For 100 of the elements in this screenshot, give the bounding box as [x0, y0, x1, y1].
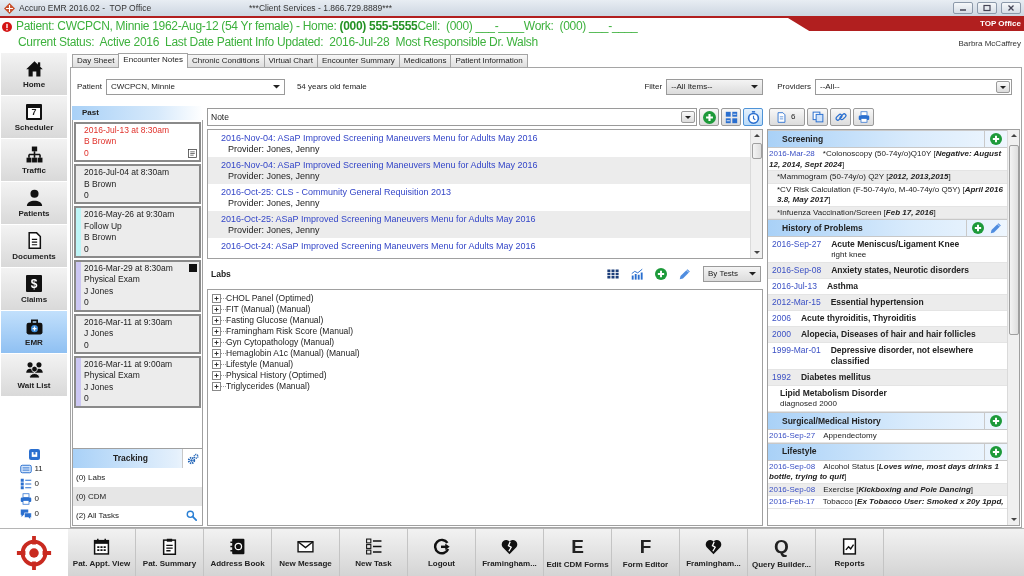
pencil-icon[interactable] [990, 222, 1002, 234]
nav-button[interactable]: EMR [1, 311, 67, 353]
print-button[interactable] [853, 108, 874, 126]
expand-icon[interactable] [212, 360, 226, 369]
nav-button[interactable]: Home [1, 53, 67, 95]
encounter-card[interactable]: 2016-Mar-11 at 9:00am Physical Exam J Jones 0 [74, 355, 201, 408]
view-select[interactable]: By Tests [703, 266, 761, 282]
tab[interactable]: Chronic Conditions [186, 54, 265, 67]
link-button[interactable] [830, 108, 851, 126]
search-icon[interactable] [186, 510, 197, 521]
dropdown-button[interactable] [681, 111, 695, 123]
toolbar-button[interactable]: Pat. Summary [136, 529, 204, 576]
encounter-card[interactable]: 2016-Jul-04 at 8:30am B Brown 0 [74, 164, 201, 205]
add-icon[interactable] [990, 415, 1002, 427]
providers-select[interactable]: --All-- [815, 79, 1012, 95]
toolbar-button[interactable]: Q Query Builder... [748, 529, 816, 576]
lab-test-label[interactable]: Framingham Risk Score (Manual) [226, 326, 354, 337]
expand-icon[interactable] [212, 327, 226, 336]
close-button[interactable] [1001, 2, 1021, 14]
note-link[interactable]: 2016-Oct-25: ASaP Improved Screening Maneuvers Menu for Adults May 2016 [221, 214, 536, 225]
note-link[interactable]: 2016-Oct-24: ASaP Improved Screening Maneuvers Menu for Adults May 2016 [221, 241, 536, 252]
note-type-field[interactable]: Note [207, 108, 697, 126]
nav-button[interactable]: Traffic [1, 139, 67, 181]
note-entry[interactable]: 2016-Oct-25: ASaP Improved Screening Maneuvers Menu for Adults May 2016 Provider: Jones, Jenny [208, 211, 750, 238]
encounter-card[interactable]: 2016-May-26 at 9:30am Follow Up B Brown 0 [74, 206, 201, 259]
tab[interactable]: Day Sheet [72, 54, 120, 67]
tab[interactable]: Medications [398, 54, 452, 67]
toolbar-button[interactable]: Logout [408, 529, 476, 576]
layout-button[interactable] [721, 108, 741, 126]
lab-test-label[interactable]: Gyn Cytopathology (Manual) [226, 337, 335, 348]
note-link[interactable]: 2016-Nov-04: ASaP Improved Screening Maneuvers Menu for Adults May 2016 [221, 160, 538, 171]
maximize-button[interactable] [977, 2, 997, 14]
chat-icon[interactable] [19, 508, 32, 520]
note-link[interactable]: 2016-Nov-04: ASaP Improved Screening Maneuvers Menu for Adults May 2016 [221, 133, 538, 144]
lab-test-label[interactable]: Fasting Glucose (Manual) [226, 315, 324, 326]
lab-test-label[interactable]: FIT (Manual) (Manual) [226, 304, 311, 315]
add-icon[interactable] [972, 222, 984, 234]
lab-test-label[interactable]: Triglycerides (Manual) [226, 381, 310, 392]
tab[interactable]: Patient Information [450, 54, 528, 67]
scrollbar-thumb[interactable] [1008, 145, 1019, 335]
add-icon[interactable] [990, 133, 1002, 145]
filter-select[interactable]: --All Items-- [666, 79, 764, 95]
printer-icon[interactable] [19, 493, 32, 505]
tab[interactable]: Virtual Chart [263, 54, 318, 67]
scrollbar[interactable] [750, 130, 762, 258]
toolbar-button[interactable]: Pat. Appt. View [68, 529, 136, 576]
list-icon[interactable] [19, 478, 32, 490]
scrollbar-thumb[interactable] [751, 143, 762, 159]
expand-icon[interactable] [212, 316, 226, 325]
toolbar-button[interactable]: Address Book [204, 529, 272, 576]
envelope-icon [297, 538, 314, 555]
add-button[interactable] [699, 108, 719, 126]
lab-test-label[interactable]: CHOL Panel (Optimed) [226, 293, 314, 304]
copy-button[interactable] [807, 108, 828, 126]
expand-icon[interactable] [212, 371, 226, 380]
mail-icon[interactable] [19, 463, 32, 475]
chart-icon[interactable] [631, 268, 643, 280]
encounter-card[interactable]: 2016-Mar-29 at 8:30am Physical Exam J Jones 0 [74, 260, 201, 312]
expand-icon[interactable] [212, 338, 226, 347]
table-icon[interactable] [607, 268, 619, 280]
tile-icon[interactable] [29, 449, 40, 460]
expand-icon[interactable] [212, 349, 226, 358]
minimize-button[interactable] [953, 2, 973, 14]
toolbar-button[interactable]: Framingham... [680, 529, 748, 576]
encounter-card[interactable]: 2016-Jul-13 at 8:30am B Brown 0 [74, 122, 201, 163]
copy-icon [811, 111, 824, 123]
dropdown-button[interactable] [996, 81, 1010, 93]
lab-test-label[interactable]: Lifestyle (Manual) [226, 359, 294, 370]
toolbar-button[interactable]: E Edit CDM Forms [544, 529, 612, 576]
toolbar-button[interactable]: Framingham... [476, 529, 544, 576]
expand-icon[interactable] [212, 382, 226, 391]
toolbar-button[interactable]: Reports [816, 529, 884, 576]
count-button[interactable]: 6 [769, 108, 805, 126]
patient-select[interactable]: CWCPCN, Minnie [105, 79, 285, 95]
toolbar-button[interactable]: F Form Editor [612, 529, 680, 576]
note-link[interactable]: 2016-Oct-25: CLS - Community General Requisition 2013 [221, 187, 452, 198]
settings-button[interactable] [182, 449, 202, 468]
scrollbar[interactable] [1007, 130, 1019, 525]
toolbar-button[interactable]: New Message [272, 529, 340, 576]
tracking-row[interactable]: (0) CDM [73, 487, 202, 506]
note-icon[interactable] [188, 149, 197, 159]
nav-button[interactable]: $ Claims [1, 268, 67, 310]
add-icon[interactable] [990, 445, 1002, 458]
nav-button[interactable]: 7 Scheduler [1, 96, 67, 138]
lab-test-label[interactable]: Physical History (Optimed) [226, 370, 327, 381]
lab-test-label[interactable]: Hemaglobin A1c (Manual) (Manual) [226, 348, 360, 359]
expand-icon[interactable] [212, 294, 226, 303]
note-entry[interactable]: 2016-Nov-04: ASaP Improved Screening Maneuvers Menu for Adults May 2016 Provider: Jones, Jenny [208, 157, 750, 184]
pencil-icon[interactable] [679, 268, 691, 280]
timer-button[interactable] [743, 108, 763, 126]
tab[interactable]: Encounter Summary [316, 54, 400, 67]
tab[interactable]: Encounter Notes [118, 53, 188, 68]
toolbar-button[interactable]: New Task [340, 529, 408, 576]
encounter-card[interactable]: 2016-Mar-11 at 9:30am J Jones 0 [74, 313, 201, 354]
stopwatch-icon [746, 110, 760, 124]
expand-icon[interactable] [212, 305, 226, 314]
nav-button[interactable]: Wait List [1, 354, 67, 396]
nav-button[interactable]: Documents [1, 225, 67, 267]
nav-button[interactable]: Patients [1, 182, 67, 224]
add-icon[interactable] [655, 268, 667, 280]
